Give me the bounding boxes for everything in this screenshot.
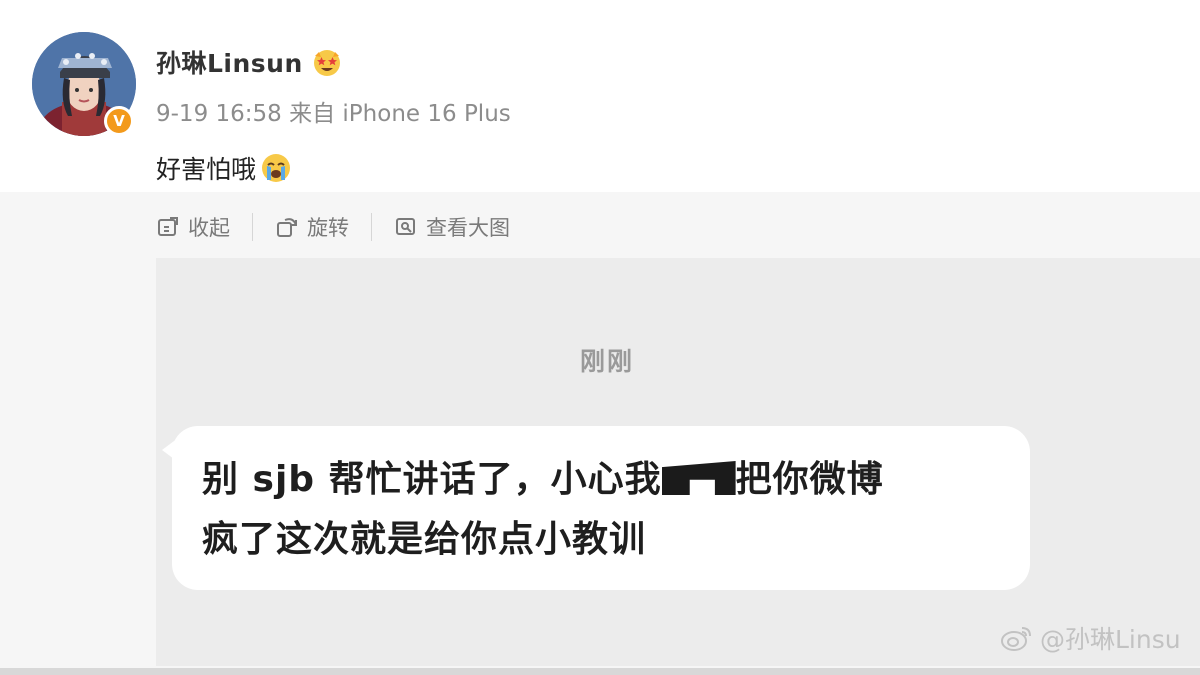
- username[interactable]: 孙琳Linsun: [156, 44, 303, 80]
- chat-message-part2: 把你微博: [735, 459, 884, 500]
- watermark-text: @孙琳Linsu: [1040, 625, 1181, 654]
- toolbar-divider: [252, 213, 253, 241]
- post-header: V 孙琳Linsun 9-19 16:58 来自 iPhone 16 Plus …: [0, 0, 1200, 192]
- attached-chat-image[interactable]: 刚刚 别 sjb 帮忙讲话了，小心我 把你微博 疯了这次就是给你点小教训: [156, 258, 1200, 666]
- view-large-label: 查看大图: [426, 216, 510, 240]
- rotate-label: 旋转: [307, 216, 349, 240]
- rotate-icon: [277, 218, 297, 237]
- rotate-button[interactable]: 旋转: [275, 212, 349, 242]
- collapse-button[interactable]: 收起: [156, 212, 230, 242]
- redaction-mark: [661, 461, 736, 495]
- weibo-logo-icon: [1001, 627, 1031, 651]
- toolbar-divider: [371, 213, 372, 241]
- collapse-icon: [158, 217, 178, 236]
- weibo-post-page: V 孙琳Linsun 9-19 16:58 来自 iPhone 16 Plus …: [0, 0, 1200, 675]
- chat-message-text: 别 sjb 帮忙讲话了，小心我 把你微博 疯了这次就是给你点小教训: [202, 450, 1012, 570]
- view-large-icon: [396, 218, 415, 235]
- image-toolbar: 收起 旋转 查看大图: [156, 212, 510, 242]
- star-struck-emoji-icon: [313, 50, 340, 76]
- weibo-watermark: @孙琳Linsu: [1000, 620, 1181, 656]
- chat-timestamp: 刚刚: [580, 347, 635, 376]
- post-text-content: 好害怕哦: [156, 155, 257, 184]
- chat-message-line2: 疯了这次就是给你点小教训: [202, 519, 647, 560]
- post-text: 好害怕哦: [156, 150, 292, 186]
- post-meta: 9-19 16:58 来自 iPhone 16 Plus: [156, 101, 511, 127]
- username-row: 孙琳Linsun: [156, 44, 343, 80]
- verified-badge: V: [104, 106, 134, 136]
- crying-emoji-icon: [262, 154, 291, 182]
- view-large-image-button[interactable]: 查看大图: [394, 212, 510, 242]
- collapse-label: 收起: [188, 216, 230, 240]
- bottom-divider: [0, 668, 1200, 675]
- chat-message-part1: 别 sjb 帮忙讲话了，小心我: [202, 459, 662, 500]
- chat-message-bubble: 别 sjb 帮忙讲话了，小心我 把你微博 疯了这次就是给你点小教训: [172, 426, 1030, 590]
